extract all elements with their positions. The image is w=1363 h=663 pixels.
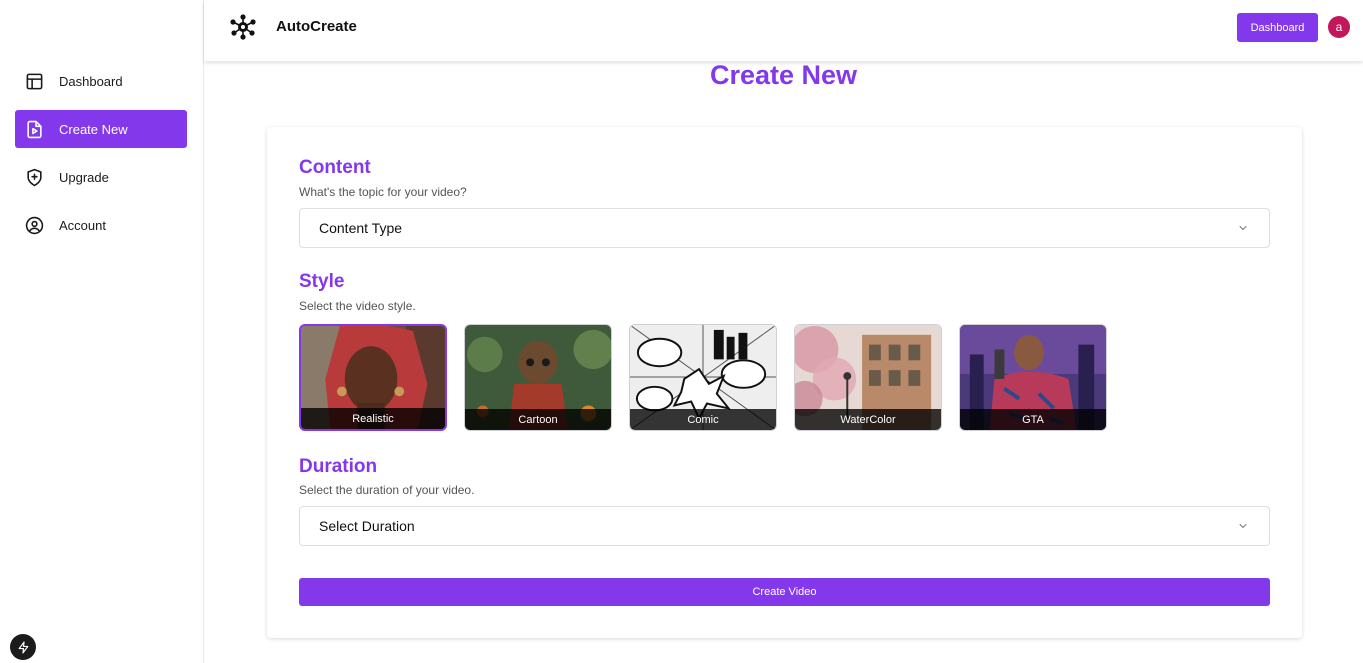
avatar[interactable]: a [1328,16,1350,38]
content-section-title: Content [299,157,371,178]
style-option-watercolor[interactable]: WaterColor [794,324,942,431]
style-option-cartoon[interactable]: Cartoon [464,324,612,431]
style-option-comic[interactable]: Comic [629,324,777,431]
style-option-realistic[interactable]: Realistic [299,324,447,431]
sidebar-item-label: Account [59,217,106,233]
dashboard-button[interactable]: Dashboard [1237,13,1318,42]
style-options: Realistic Cartoon Comic WaterColor GTA [299,324,1124,431]
style-section-subtitle: Select the video style. [299,299,416,313]
top-header: AutoCreate Dashboard a [204,0,1363,61]
style-option-label: GTA [960,409,1106,430]
chevron-down-icon [1239,524,1247,528]
bolt-icon[interactable] [10,634,36,660]
style-section-title: Style [299,271,345,292]
duration-value: Select Duration [319,518,415,534]
sidebar-item-label: Upgrade [59,169,109,185]
sidebar-item-label: Dashboard [59,73,123,89]
sidebar-item-upgrade[interactable]: Upgrade [15,158,187,196]
create-video-button[interactable]: Create Video [299,578,1270,606]
app-title: AutoCreate [276,18,357,35]
layout-icon [26,73,43,89]
duration-section-subtitle: Select the duration of your video. [299,483,475,497]
sidebar-nav: Dashboard Create New Upgrade Account [15,62,187,254]
user-circle-icon [25,216,44,234]
chevron-down-icon [1239,226,1247,230]
style-option-label: Comic [630,409,776,430]
create-form-card: Content What's the topic for your video?… [267,127,1302,638]
content-section-subtitle: What's the topic for your video? [299,185,467,199]
style-option-label: WaterColor [795,409,941,430]
duration-section-title: Duration [299,456,378,477]
duration-select[interactable]: Select Duration [299,506,1270,546]
content-type-value: Content Type [319,220,403,236]
sidebar-item-account[interactable]: Account [15,206,187,244]
app-logo-icon [230,14,256,40]
style-option-label: Realistic [301,408,445,429]
page-title: Create New [709,60,858,90]
file-video-icon [27,120,42,138]
sidebar-item-create-new[interactable]: Create New [15,110,187,148]
shield-plus-icon [27,168,42,186]
style-option-label: Cartoon [465,409,611,430]
sidebar: Dashboard Create New Upgrade Account [0,0,204,663]
sidebar-item-dashboard[interactable]: Dashboard [15,62,187,100]
sidebar-item-label: Create New [59,121,128,137]
content-type-select[interactable]: Content Type [299,208,1270,248]
style-option-gta[interactable]: GTA [959,324,1107,431]
